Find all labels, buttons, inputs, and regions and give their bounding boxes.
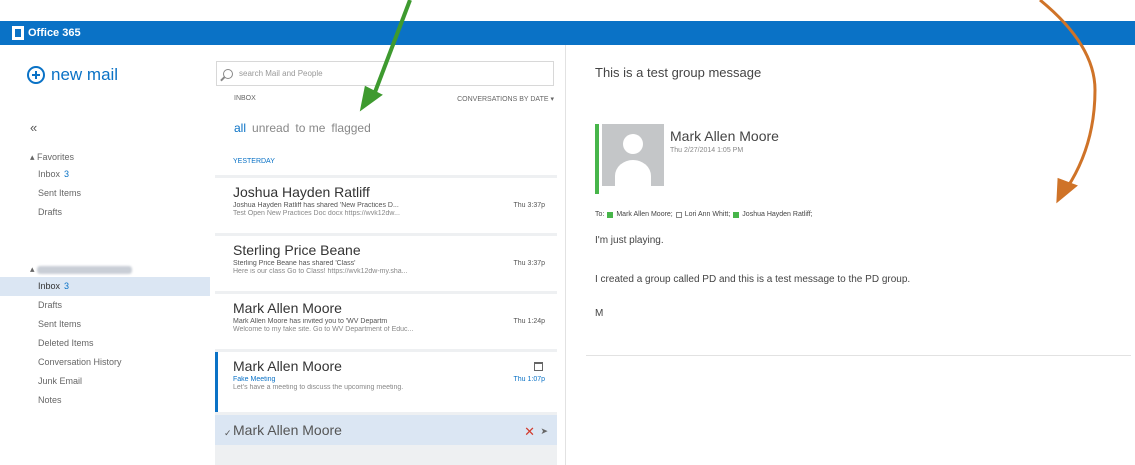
account-item-junk[interactable]: Junk Email xyxy=(0,372,210,391)
message-summary: Sterling Price Beane has shared 'Class' xyxy=(233,260,356,267)
day-group-label: YESTERDAY xyxy=(215,149,557,175)
message-preview: Here is our class Go to Class! https://w… xyxy=(233,268,408,275)
body-line: M xyxy=(595,308,604,319)
collapse-pane-button[interactable]: « xyxy=(30,120,37,135)
message-time: Thu 3:37p xyxy=(513,202,545,209)
account-item-conversation-history[interactable]: Conversation History xyxy=(0,353,210,372)
message-item[interactable]: Mark Allen Moore Mark Allen Moore has in… xyxy=(215,294,557,349)
search-box[interactable]: search Mail and People xyxy=(216,61,554,86)
presence-bar xyxy=(595,124,599,194)
message-preview: Test Open New Practices Doc docx https:/… xyxy=(233,210,400,217)
message-item[interactable]: Sterling Price Beane Sterling Price Bean… xyxy=(215,236,557,291)
to-label: To: xyxy=(595,211,605,218)
message-time: Thu 1:07p xyxy=(513,376,545,383)
message-summary: Joshua Hayden Ratliff has shared 'New Pr… xyxy=(233,202,399,209)
account-header[interactable]: ▴ xyxy=(0,261,210,277)
filter-flagged[interactable]: flagged xyxy=(331,121,370,135)
account-item-deleted[interactable]: Deleted Items xyxy=(0,334,210,353)
reading-pane: This is a test group message Mark Allen … xyxy=(565,45,1135,465)
folder-label: INBOX xyxy=(234,95,256,102)
new-mail-label: new mail xyxy=(51,65,119,84)
recipient[interactable]: Mark Allen Moore; xyxy=(616,211,672,218)
account-item-sent[interactable]: Sent Items xyxy=(0,315,210,334)
favorites-group: ▴ Favorites Inbox 3 Sent Items Drafts xyxy=(0,149,81,222)
message-item[interactable]: Joshua Hayden Ratliff Joshua Hayden Ratl… xyxy=(215,178,557,233)
recipients-line: To: Mark Allen Moore; Lori Ann Whitt; Jo… xyxy=(595,211,813,218)
message-sender: Sterling Price Beane xyxy=(233,242,361,258)
divider xyxy=(586,355,1131,356)
message-list-pane: search Mail and People INBOX CONVERSATIO… xyxy=(213,45,565,465)
recipient[interactable]: Joshua Hayden Ratliff; xyxy=(742,211,812,218)
search-icon xyxy=(223,68,233,79)
favorites-item-inbox[interactable]: Inbox 3 xyxy=(0,165,81,184)
message-preview: Let's have a meeting to discuss the upco… xyxy=(233,384,404,391)
message-preview: Welcome to my fake site. Go to WV Depart… xyxy=(233,326,414,333)
message-time: Thu 3:37p xyxy=(513,260,545,267)
calendar-icon xyxy=(534,362,543,371)
account-group: ▴ Inbox 3 Drafts Sent Items Deleted Items… xyxy=(0,261,210,410)
sender-block: Mark Allen Moore Thu 2/27/2014 1:05 PM xyxy=(595,124,779,194)
message-sender: Mark Allen Moore xyxy=(233,358,342,374)
sort-dropdown[interactable]: CONVERSATIONS BY DATE ▾ xyxy=(457,95,554,103)
account-item-inbox[interactable]: Inbox 3 xyxy=(0,277,210,296)
sent-date: Thu 2/27/2014 1:05 PM xyxy=(670,147,744,154)
message-summary: Mark Allen Moore has invited you to 'WV … xyxy=(233,318,388,325)
message-summary: Fake Meeting xyxy=(233,376,276,383)
new-mail-button[interactable]: new mail xyxy=(27,65,118,85)
filter-to-me[interactable]: to me xyxy=(295,121,325,135)
list-header: INBOX CONVERSATIONS BY DATE ▾ xyxy=(234,95,554,103)
message-time: Thu 1:24p xyxy=(513,318,545,325)
body-line: I'm just playing. xyxy=(595,235,664,246)
recipient[interactable]: Lori Ann Whitt; xyxy=(685,211,731,218)
favorites-header[interactable]: ▴ Favorites xyxy=(0,149,81,165)
sender-name[interactable]: Mark Allen Moore xyxy=(670,128,779,144)
office-logo-icon xyxy=(12,26,24,40)
message-sender: Mark Allen Moore xyxy=(233,422,342,438)
message-sender: Mark Allen Moore xyxy=(233,300,342,316)
favorites-item-drafts[interactable]: Drafts xyxy=(0,203,81,222)
filter-bar: all unread to me flagged xyxy=(234,121,371,135)
brand-label: Office 365 xyxy=(28,27,81,39)
account-item-drafts[interactable]: Drafts xyxy=(0,296,210,315)
account-name-redacted xyxy=(37,265,133,274)
presence-icon xyxy=(675,211,682,218)
top-bar: Office 365 xyxy=(0,21,1135,45)
message-sender: Joshua Hayden Ratliff xyxy=(233,184,370,200)
delete-icon[interactable]: ✕ xyxy=(524,424,535,440)
search-placeholder: search Mail and People xyxy=(239,69,323,78)
favorites-item-sent[interactable]: Sent Items xyxy=(0,184,81,203)
body-line: I created a group called PD and this is … xyxy=(595,274,911,285)
office-365-logo[interactable]: Office 365 xyxy=(12,25,81,41)
chevron-check-icon[interactable]: ✓ xyxy=(224,428,232,439)
avatar[interactable] xyxy=(602,124,664,186)
move-icon[interactable]: ➤ xyxy=(540,426,548,437)
plus-circle-icon xyxy=(27,66,45,84)
message-item-selected[interactable]: Mark Allen Moore Fake Meeting Thu 1:07p L… xyxy=(215,352,557,412)
filter-unread[interactable]: unread xyxy=(252,121,289,135)
left-nav: new mail « ▴ Favorites Inbox 3 Sent Items… xyxy=(0,45,210,465)
presence-icon xyxy=(607,211,614,218)
presence-icon xyxy=(733,211,740,218)
account-item-notes[interactable]: Notes xyxy=(0,391,210,410)
message-item-hover[interactable]: ✓ Mark Allen Moore ✕ ➤ xyxy=(215,415,557,445)
message-subject: This is a test group message xyxy=(595,65,762,80)
message-list: YESTERDAY Joshua Hayden Ratliff Joshua H… xyxy=(215,149,557,465)
filter-all[interactable]: all xyxy=(234,121,246,135)
